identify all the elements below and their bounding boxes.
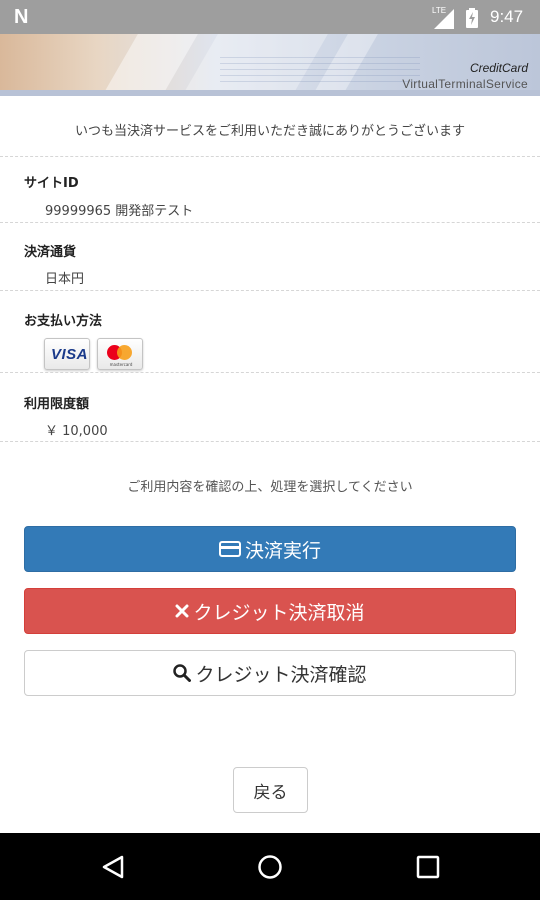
execute-payment-label: 決済実行 [244,539,321,562]
greeting-text: いつも当決済サービスをご利用いただき誠にありがとうございます [74,124,465,139]
battery-charging-icon [466,8,478,28]
banner-subtitle: VirtualTerminalService [402,77,528,91]
limit-label: 利用限度額 [24,397,90,412]
credit-card-icon [218,541,241,557]
site-id-label: サイトID [24,176,79,191]
divider [0,372,540,373]
limit-value: ￥ 10,000 [45,424,108,439]
banner-title: CreditCard [469,61,528,75]
execute-payment-button[interactable]: 決済実行 [24,526,516,572]
recents-icon[interactable] [415,854,441,880]
divider [0,156,540,157]
status-bar: N LTE 9:47 [0,0,540,34]
confirm-payment-label: クレジット決済確認 [195,663,367,686]
cancel-payment-button[interactable]: クレジット決済取消 [24,588,516,634]
clock: 9:47 [490,7,524,26]
confirm-payment-button[interactable]: クレジット決済確認 [24,650,516,696]
divider [0,222,540,223]
instruction-text: ご利用内容を確認の上、処理を選択してください [127,480,413,495]
site-id-value: 99999965 開発部テスト [45,204,194,219]
back-button[interactable]: 戻る [233,767,308,813]
close-icon [175,604,189,618]
currency-label: 決済通貨 [24,245,77,260]
divider [0,290,540,291]
divider [0,441,540,442]
signal-icon [434,9,454,29]
search-icon [173,664,192,682]
back-icon[interactable] [100,854,126,880]
payment-method-label: お支払い方法 [24,314,103,329]
visa-logo: VISA [44,338,90,370]
home-icon[interactable] [257,854,283,880]
navigation-bar [0,833,540,900]
header-banner: CreditCard VirtualTerminalService [0,34,540,96]
mastercard-logo: mastercard [97,338,143,370]
currency-value: 日本円 [45,272,85,287]
cancel-payment-label: クレジット決済取消 [193,601,365,624]
n-icon: N [14,6,29,28]
